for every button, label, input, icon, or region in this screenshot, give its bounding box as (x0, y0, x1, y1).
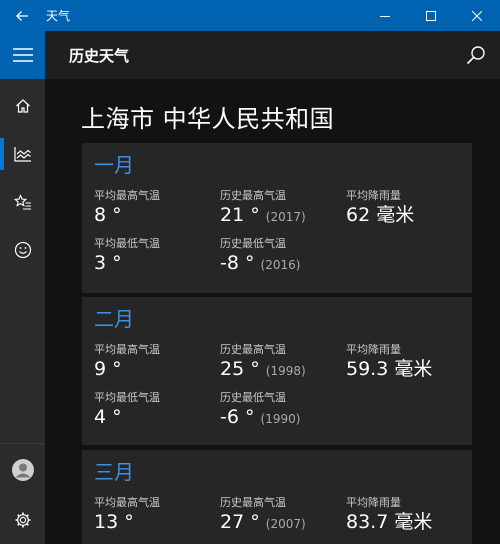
minimize-button[interactable] (362, 0, 408, 31)
month-title: 二月 (94, 307, 134, 331)
avg-rainfall: 平均降雨量 62 毫米 (346, 189, 466, 227)
month-card-january: 一月 平均最高气温 8 ° 历史最高气温 21 ° (2017) 平均降雨量 6… (82, 143, 472, 293)
rainfall-label: 平均降雨量 (346, 189, 401, 202)
page-header: 历史天气 (45, 31, 500, 79)
record-high-year: (1998) (265, 364, 306, 378)
back-button[interactable] (0, 0, 44, 31)
avg-high: 平均最高气温 13 ° (94, 496, 214, 534)
account-button[interactable] (0, 446, 45, 494)
close-icon (472, 10, 482, 21)
month-title: 一月 (94, 153, 134, 177)
record-low-value: -8 ° (220, 252, 255, 274)
maximize-icon (426, 10, 436, 21)
avg-high-value: 8 ° (94, 204, 122, 226)
record-low-value: -6 ° (220, 406, 255, 428)
avg-high: 平均最高气温 9 ° (94, 343, 214, 381)
back-arrow-icon (16, 10, 28, 21)
rail-divider (0, 443, 45, 444)
gear-icon (15, 512, 30, 528)
record-high-label: 历史最高气温 (220, 189, 286, 202)
page-title: 历史天气 (69, 46, 130, 65)
avg-high-label: 平均最高气温 (94, 189, 160, 202)
record-low: 历史最低气温 -6 ° (1990) (220, 391, 340, 431)
city-heading: 上海市 中华人民共和国 (81, 105, 335, 133)
minimize-icon (380, 15, 390, 17)
record-high-value: 25 ° (220, 358, 260, 380)
nav-feedback[interactable] (0, 226, 45, 274)
record-high-year: (2007) (265, 517, 306, 531)
content-area[interactable]: 上海市 中华人民共和国 一月 平均最高气温 8 ° 历史最高气温 21 ° (2… (45, 79, 500, 544)
record-high-value: 21 ° (220, 204, 260, 226)
record-high: 历史最高气温 21 ° (2017) (220, 189, 340, 229)
month-card-march: 三月 平均最高气温 13 ° 历史最高气温 27 ° (2007) 平均降雨量 … (82, 450, 472, 544)
search-icon (466, 46, 485, 65)
nav-forecast[interactable] (0, 82, 45, 130)
rainfall-label: 平均降雨量 (346, 343, 401, 356)
avg-low-label: 平均最低气温 (94, 237, 160, 250)
record-high-label: 历史最高气温 (220, 496, 286, 509)
smiley-icon (14, 241, 31, 259)
record-high-year: (2017) (265, 210, 306, 224)
record-high: 历史最高气温 27 ° (2007) (220, 496, 340, 536)
avg-rainfall: 平均降雨量 59.3 毫米 (346, 343, 466, 381)
rainfall-label: 平均降雨量 (346, 496, 401, 509)
avg-high-label: 平均最高气温 (94, 343, 160, 356)
settings-button[interactable] (0, 496, 45, 544)
window-title: 天气 (46, 9, 71, 23)
favorites-icon (13, 194, 31, 210)
rainfall-value: 83.7 毫米 (346, 511, 433, 533)
historical-weather-icon (13, 147, 31, 162)
rainfall-value: 62 毫米 (346, 204, 415, 226)
home-icon (15, 99, 30, 113)
avg-low-label: 平均最低气温 (94, 391, 160, 404)
avg-high-value: 13 ° (94, 511, 134, 533)
close-button[interactable] (454, 0, 500, 31)
avg-low: 平均最低气温 3 ° (94, 237, 214, 275)
nav-historical-weather[interactable] (0, 130, 45, 178)
record-low-year: (1990) (260, 412, 301, 426)
record-high: 历史最高气温 25 ° (1998) (220, 343, 340, 383)
nav-favorites[interactable] (0, 178, 45, 226)
menu-button[interactable] (0, 31, 45, 79)
avg-low-value: 4 ° (94, 406, 122, 428)
avg-low: 平均最低气温 4 ° (94, 391, 214, 429)
avg-high-label: 平均最高气温 (94, 496, 160, 509)
record-high-value: 27 ° (220, 511, 260, 533)
record-low-label: 历史最低气温 (220, 237, 286, 250)
title-bar: 天气 (0, 0, 500, 31)
record-high-label: 历史最高气温 (220, 343, 286, 356)
search-button[interactable] (452, 31, 500, 79)
month-title: 三月 (94, 460, 134, 484)
avg-rainfall: 平均降雨量 83.7 毫米 (346, 496, 466, 534)
avg-high-value: 9 ° (94, 358, 122, 380)
hamburger-icon (12, 48, 33, 62)
account-icon (11, 459, 34, 481)
record-low-year: (2016) (260, 258, 301, 272)
record-low: 历史最低气温 -8 ° (2016) (220, 237, 340, 277)
avg-low-value: 3 ° (94, 252, 122, 274)
avg-high: 平均最高气温 8 ° (94, 189, 214, 227)
nav-rail (0, 31, 45, 544)
rainfall-value: 59.3 毫米 (346, 358, 433, 380)
maximize-button[interactable] (408, 0, 454, 31)
record-low-label: 历史最低气温 (220, 391, 286, 404)
month-card-february: 二月 平均最高气温 9 ° 历史最高气温 25 ° (1998) 平均降雨量 5… (82, 297, 472, 445)
